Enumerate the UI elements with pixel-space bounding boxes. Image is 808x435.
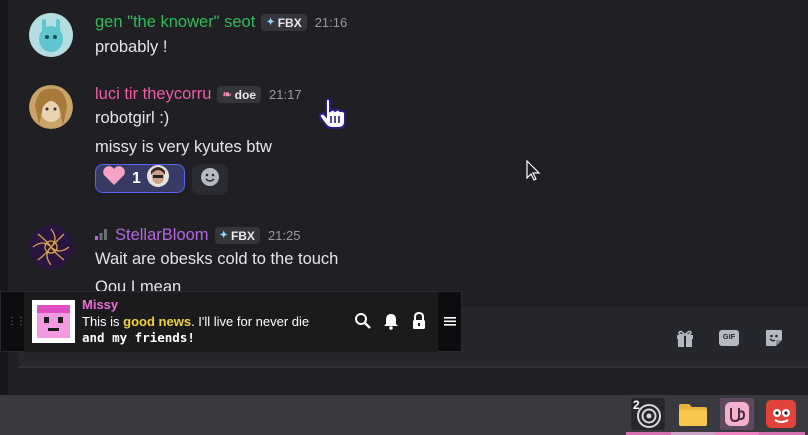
avatar[interactable]: [29, 225, 73, 269]
gif-label: GIF: [722, 332, 736, 341]
username[interactable]: StellarBloom: [115, 226, 209, 245]
message-text: missy is very kyutes btw: [95, 138, 272, 156]
reaction-heart[interactable]: 1: [95, 164, 185, 193]
overlay-text: This is: [82, 314, 124, 329]
message-header: luci tir theycorru ❧ doe 21:17: [95, 85, 302, 104]
missy-avatar: [32, 300, 75, 343]
gift-icon[interactable]: [675, 328, 695, 348]
tag-label: doe: [234, 87, 257, 102]
timestamp: 21:16: [314, 15, 348, 30]
overlay-highlight: good news: [123, 314, 192, 329]
drag-handle-icon[interactable]: ⋮⋮: [7, 316, 26, 327]
smiley-icon: [200, 167, 220, 192]
overlay-text: . I'll live for never die: [191, 314, 310, 329]
discord-app-icon[interactable]: [720, 398, 754, 430]
sparkle-icon: ✦: [266, 17, 275, 28]
avatar[interactable]: [29, 85, 73, 129]
guild-tag[interactable]: ✦ FBX: [261, 14, 307, 31]
gif-icon[interactable]: GIF: [719, 328, 739, 348]
username[interactable]: luci tir theycorru: [95, 85, 211, 104]
overlay-name: Missy: [82, 297, 119, 312]
hand-cursor-icon: [318, 98, 348, 135]
signal-icon: [95, 227, 107, 245]
message-header: StellarBloom ✦ FBX 21:25: [95, 226, 300, 245]
pointer-cursor-icon: [526, 159, 541, 187]
composer-divider: [18, 366, 808, 368]
menu-icon[interactable]: [442, 312, 460, 330]
sticker-icon[interactable]: [764, 328, 784, 348]
reaction-count: 1: [132, 169, 141, 187]
avatar[interactable]: [29, 13, 73, 57]
lock-icon[interactable]: [410, 311, 428, 330]
timestamp: 21:17: [269, 87, 302, 102]
message-text: probably !: [95, 38, 168, 56]
sparkle-icon: ✦: [219, 230, 228, 241]
activity-app-icon[interactable]: 2: [631, 398, 665, 430]
overlay-message-line1: This is good news. I'll live for never d…: [82, 314, 309, 329]
reactor-avatar: [146, 165, 169, 192]
guild-tag[interactable]: ✦ FBX: [214, 227, 260, 244]
guild-tag[interactable]: ❧ doe: [217, 86, 262, 103]
username[interactable]: gen "the knower" seot: [95, 13, 255, 32]
heart-icon: [102, 166, 126, 191]
notification-badge: 2: [633, 398, 640, 412]
message-header: gen "the knower" seot ✦ FBX 21:16: [95, 13, 347, 32]
message-text: Wait are obesks cold to the touch: [95, 250, 339, 268]
add-reaction-button[interactable]: [192, 164, 228, 195]
tag-label: FBX: [277, 15, 302, 30]
search-icon[interactable]: [354, 312, 372, 330]
overlay-message-line2: and my friends!: [82, 330, 195, 345]
leaf-icon: ❧: [222, 89, 232, 101]
bell-icon[interactable]: [382, 312, 400, 330]
timestamp: 21:25: [267, 228, 301, 243]
folder-icon[interactable]: [676, 398, 710, 430]
game-app-icon[interactable]: [764, 398, 798, 430]
message-text: robotgirl :): [95, 109, 170, 127]
tag-label: FBX: [230, 228, 255, 243]
